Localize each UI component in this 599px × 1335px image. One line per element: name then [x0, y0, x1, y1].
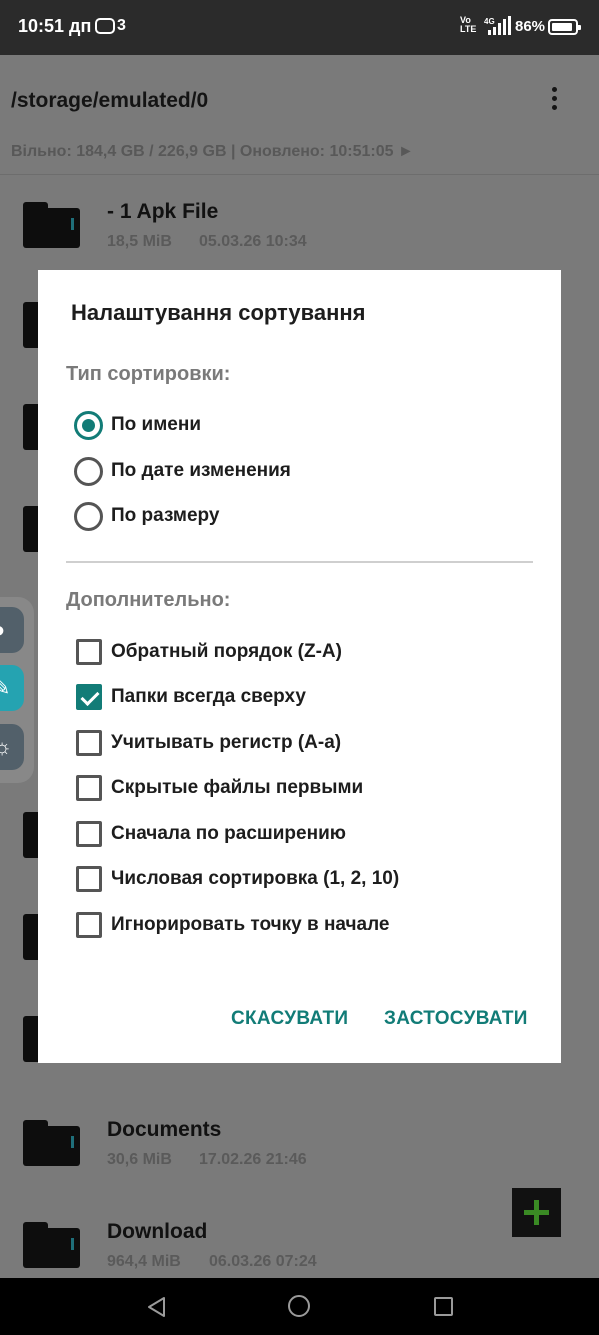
home-icon[interactable]	[288, 1295, 310, 1317]
checkbox-label: Скрытые файлы первыми	[111, 777, 364, 798]
dialog-title: Налаштування сортування	[71, 300, 366, 325]
checkbox-label: Числовая сортировка (1, 2, 10)	[111, 868, 400, 889]
battery-percent: 86%	[515, 18, 546, 35]
sort-type-label: Тип сортировки:	[66, 363, 231, 385]
path-title: /storage/emulated/0	[11, 89, 209, 112]
folder-icon	[23, 1222, 80, 1268]
storage-info: Вільно: 184,4 GB / 226,9 GB | Оновлено: …	[11, 143, 414, 160]
brightness-button[interactable]: ☼	[0, 724, 24, 770]
file-size: 18,5 MiB	[107, 233, 172, 250]
checkbox[interactable]	[76, 821, 102, 847]
recents-icon[interactable]	[434, 1297, 453, 1316]
file-name: Documents	[107, 1118, 222, 1141]
pin-icon: ✎	[0, 675, 11, 700]
add-fab-button[interactable]	[512, 1188, 561, 1237]
divider	[66, 561, 533, 563]
record-icon: ●	[0, 617, 5, 643]
checkbox[interactable]	[76, 866, 102, 892]
svg-text:4G: 4G	[484, 17, 495, 26]
battery-icon	[548, 19, 581, 35]
status-bar: 10:51 дп 3 Vo LTE 4G 86%	[0, 0, 599, 55]
radio-sort-by-date[interactable]: По дате изменения	[74, 454, 514, 490]
signal-4g-icon: 4G	[484, 16, 511, 35]
checkbox-checked[interactable]	[76, 684, 102, 710]
file-name: Download	[107, 1220, 208, 1243]
radio-label: По размеру	[111, 505, 220, 526]
file-size: 30,6 MiB	[107, 1151, 172, 1168]
file-row[interactable]: Documents 30,6 MiB 17.02.26 21:46	[0, 1094, 599, 1194]
navigation-bar	[0, 1278, 599, 1335]
checkbox-label: Учитывать регистр (А-а)	[111, 732, 342, 753]
file-size: 964,4 MiB	[107, 1253, 181, 1270]
message-notification-icon	[95, 18, 115, 34]
more-vert-icon[interactable]	[547, 87, 561, 115]
sort-settings-dialog: Налаштування сортування Тип сортировки: …	[38, 270, 561, 1063]
file-name: - 1 Apk File	[107, 200, 219, 223]
floating-side-panel: ● ✎ ☼	[0, 597, 34, 783]
file-row[interactable]: - 1 Apk File 18,5 MiB 05.03.26 10:34	[0, 176, 599, 276]
folder-icon	[23, 202, 80, 248]
checkbox[interactable]	[76, 775, 102, 801]
radio-label: По дате изменения	[111, 460, 291, 481]
radio-sort-by-size[interactable]: По размеру	[74, 499, 514, 535]
extra-options-label: Дополнительно:	[66, 589, 231, 611]
apply-button[interactable]: ЗАСТОСУВАТИ	[384, 1008, 528, 1030]
radio-sort-by-name[interactable]: По имени	[74, 408, 514, 444]
radio-button[interactable]	[74, 457, 103, 486]
folder-icon	[23, 1120, 80, 1166]
checkbox[interactable]	[76, 639, 102, 665]
option-reverse-order[interactable]: Обратный порядок (Z-A)	[76, 635, 516, 671]
pin-button[interactable]: ✎	[0, 665, 24, 711]
notification-count: 3	[117, 17, 126, 34]
checkbox-label: Папки всегда сверху	[111, 686, 306, 707]
radio-label: По имени	[111, 414, 201, 435]
option-ignore-leading-dot[interactable]: Игнорировать точку в начале	[76, 908, 516, 944]
cancel-button[interactable]: СКАСУВАТИ	[231, 1008, 348, 1030]
radio-button[interactable]	[74, 502, 103, 531]
option-numeric-sort[interactable]: Числовая сортировка (1, 2, 10)	[76, 862, 516, 898]
option-hidden-first[interactable]: Скрытые файлы первыми	[76, 771, 516, 807]
path-header: /storage/emulated/0 Вільно: 184,4 GB / 2…	[0, 55, 599, 175]
file-date: 05.03.26 10:34	[199, 233, 307, 250]
checkbox-label: Игнорировать точку в начале	[111, 914, 390, 935]
checkbox[interactable]	[76, 730, 102, 756]
file-date: 06.03.26 07:24	[209, 1253, 317, 1270]
radio-button-checked[interactable]	[74, 411, 103, 440]
option-folders-first[interactable]: Папки всегда сверху	[76, 680, 516, 716]
back-icon[interactable]	[146, 1296, 168, 1318]
checkbox[interactable]	[76, 912, 102, 938]
status-time: 10:51 дп	[18, 16, 92, 36]
record-button[interactable]: ●	[0, 607, 24, 653]
volte-icon: Vo LTE	[460, 15, 477, 34]
file-date: 17.02.26 21:46	[199, 1151, 307, 1168]
checkbox-label: Сначала по расширению	[111, 823, 346, 844]
checkbox-label: Обратный порядок (Z-A)	[111, 641, 342, 662]
option-by-extension[interactable]: Сначала по расширению	[76, 817, 516, 853]
option-case-sensitive[interactable]: Учитывать регистр (А-а)	[76, 726, 516, 762]
brightness-icon: ☼	[0, 734, 13, 759]
